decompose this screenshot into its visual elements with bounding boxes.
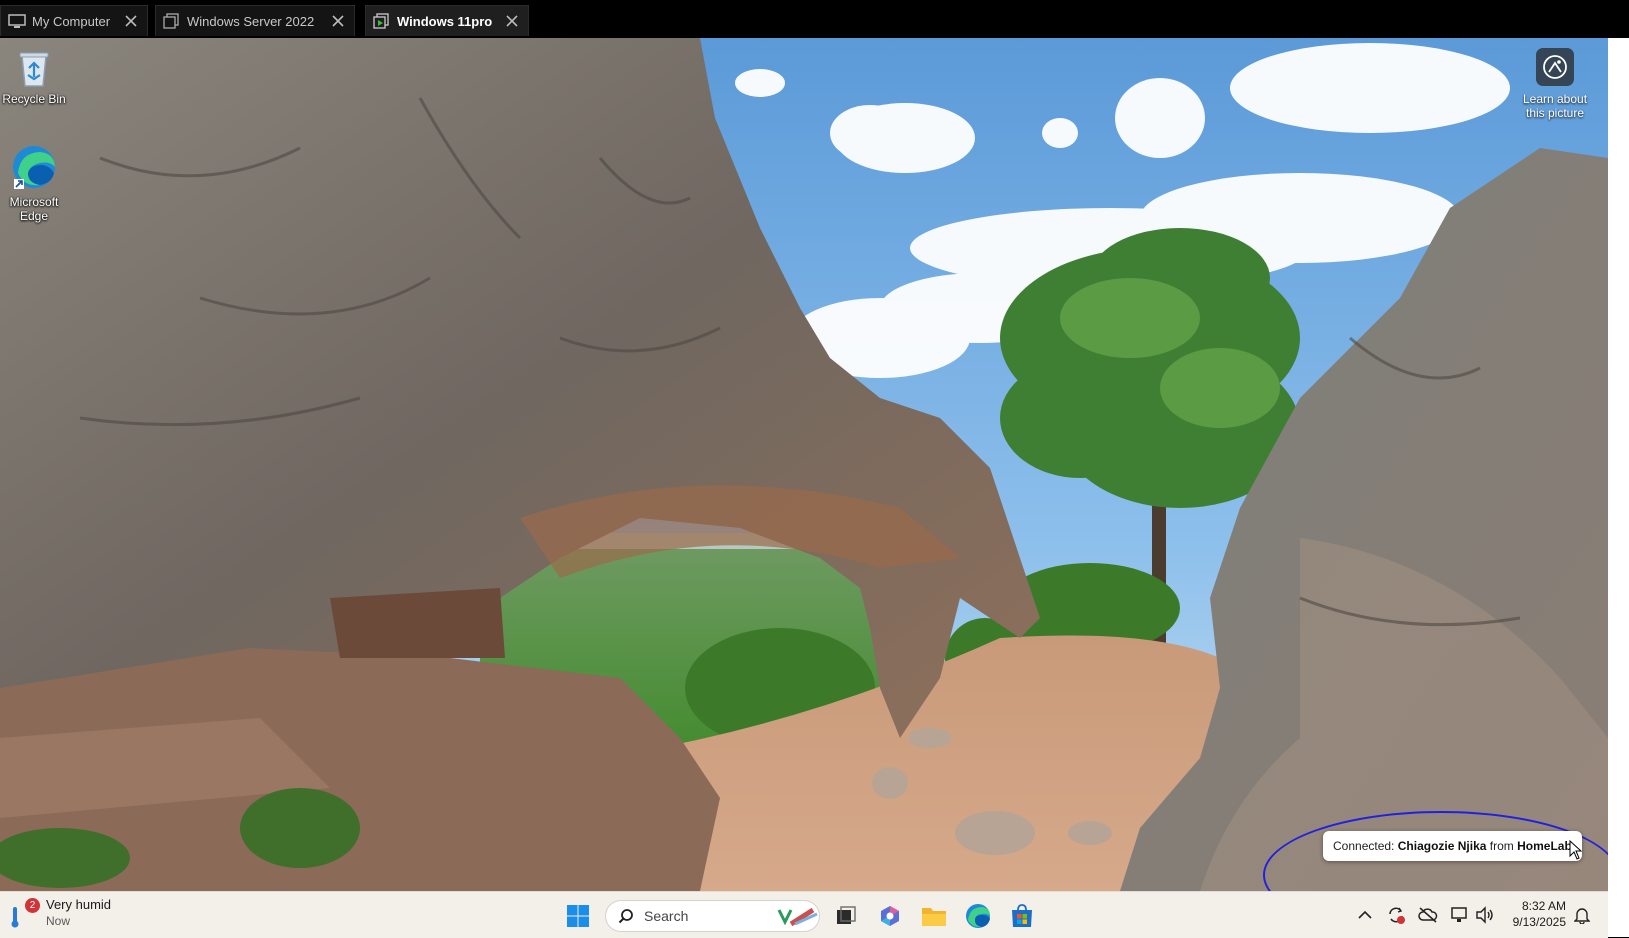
session-tab-bar: My Computer Windows Server 2022 Windows … [0,0,1629,38]
task-view-button[interactable] [828,899,864,933]
desktop-icon-recycle-bin[interactable]: Recycle Bin [0,48,68,106]
start-icon [567,905,589,927]
edge-icon [10,143,58,191]
notification-bell-icon [1574,908,1590,924]
tray-network[interactable] [1450,905,1470,925]
desktop-icon-label: Microsoft Edge [9,195,59,223]
camera-lens-icon [1536,48,1574,86]
copilot-icon [881,906,899,926]
weather-icon: 2 [10,898,40,928]
desktop[interactable]: Recycle Bin Microsoft Edge Learn about t… [0,38,1608,891]
toast-prefix: Connected: [1333,839,1395,853]
show-hidden-icons-button[interactable] [1355,905,1375,925]
file-explorer-icon [922,908,946,926]
desktop-icon-label: Recycle Bin [2,92,66,106]
task-view-icon [837,906,856,924]
weather-subtitle: Now [46,914,71,928]
remote-vm-icon [373,13,391,29]
volume-icon [1476,906,1493,924]
monitor-icon [8,13,26,29]
learn-about-label-line1: Learn about [1522,92,1588,106]
tab-label: My Computer [32,13,111,29]
close-icon[interactable] [502,11,522,31]
learn-about-label-line2: this picture [1525,106,1585,120]
store-icon [1012,904,1032,927]
connection-toast: Connected: Chiagozie Njika from HomeLab [1323,831,1582,861]
tab-my-computer[interactable]: My Computer [0,5,148,36]
notifications-button[interactable] [1572,905,1592,925]
weather-title: Very humid [46,897,112,912]
mouse-cursor-icon [1569,840,1583,860]
wallpaper-image [0,38,1608,891]
weather-widget[interactable]: 2 Very humid Now [10,897,111,929]
taskbar: 2 Very humid Now Search 8:32 AM 9/13/202… [0,891,1608,938]
edge-icon [966,904,990,928]
clock-time: 8:32 AM [1521,899,1566,913]
tray-sync[interactable] [1386,905,1406,925]
edge-taskbar-button[interactable] [960,899,996,933]
notification-badge: 2 [25,898,40,913]
file-explorer-button[interactable] [916,899,952,933]
tab-label: Windows 11pro [397,13,493,29]
window-edge [1608,38,1629,937]
recycle-bin-icon [14,48,54,88]
desktop-icon-microsoft-edge[interactable]: Microsoft Edge [0,143,68,223]
toast-source: HomeLab [1517,839,1572,853]
system-clock[interactable]: 8:32 AM 9/13/2025 [1498,898,1566,930]
sync-icon [1389,907,1405,924]
store-button[interactable] [1004,899,1040,933]
tab-windows-11pro[interactable]: Windows 11pro [365,5,529,36]
toast-middle: from [1489,839,1514,853]
tab-label: Windows Server 2022 [187,13,315,29]
toast-user: Chiagozie Njika [1397,839,1487,853]
tab-windows-server-2022[interactable]: Windows Server 2022 [155,5,355,36]
close-icon[interactable] [328,11,348,31]
network-icon [1451,907,1467,922]
chevron-up-icon [1358,910,1372,919]
clock-date: 9/13/2025 [1512,915,1566,929]
window-icon [163,13,181,29]
close-icon[interactable] [121,11,141,31]
learn-about-picture[interactable]: Learn about this picture [1510,48,1600,120]
cloud-off-icon [1418,907,1438,923]
tray-onedrive[interactable] [1418,905,1438,925]
search-highlight-icon [777,907,818,927]
taskbar-search-box[interactable]: Search [605,900,820,932]
search-icon [618,909,633,924]
copilot-button[interactable] [872,899,908,933]
tray-volume[interactable] [1475,905,1495,925]
start-button[interactable] [560,899,596,933]
search-placeholder: Search [644,908,689,924]
